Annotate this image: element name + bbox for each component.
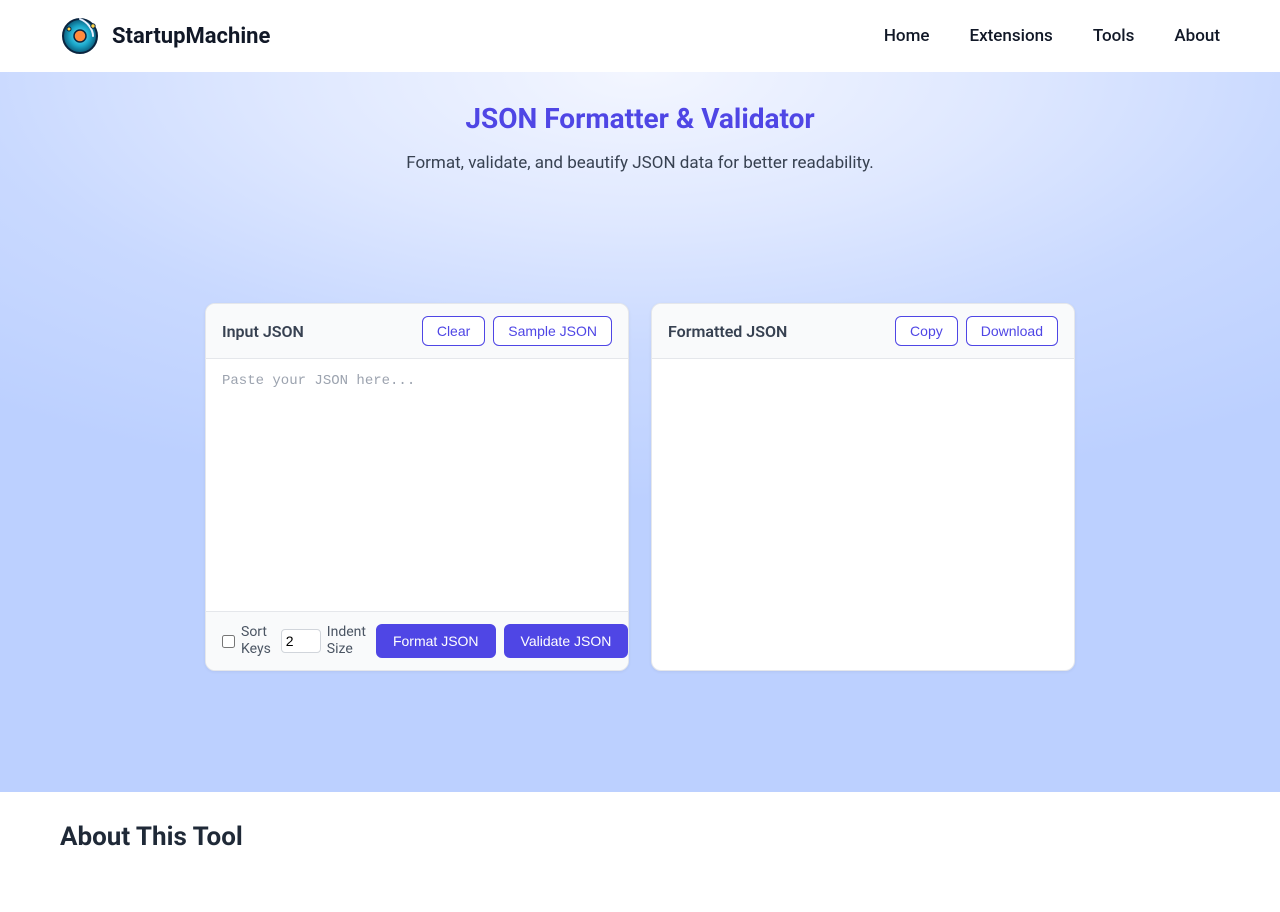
copy-button[interactable]: Copy xyxy=(895,316,958,346)
input-panel-title: Input JSON xyxy=(222,322,304,341)
about-section: About This Tool xyxy=(0,792,1280,912)
top-nav: StartupMachine Home Extensions Tools Abo… xyxy=(0,0,1280,72)
nav-link-extensions[interactable]: Extensions xyxy=(969,26,1052,46)
sample-json-button[interactable]: Sample JSON xyxy=(493,316,612,346)
input-panel: Input JSON Clear Sample JSON Sort Keys I… xyxy=(205,303,629,671)
brand-logo-icon xyxy=(60,16,100,56)
output-panel-header: Formatted JSON Copy Download xyxy=(652,304,1074,359)
sort-keys-checkbox[interactable] xyxy=(222,635,235,648)
nav-link-tools[interactable]: Tools xyxy=(1093,26,1135,46)
brand-name: StartupMachine xyxy=(112,24,270,49)
nav-link-about[interactable]: About xyxy=(1174,26,1220,46)
json-input[interactable] xyxy=(206,359,628,607)
sort-keys-label: Sort Keys xyxy=(241,624,271,658)
format-json-button[interactable]: Format JSON xyxy=(376,624,496,658)
page-title: JSON Formatter & Validator xyxy=(60,102,1220,135)
input-panel-footer: Sort Keys Indent Size Format JSON Valida… xyxy=(206,611,628,670)
clear-button[interactable]: Clear xyxy=(422,316,485,346)
input-panel-header: Input JSON Clear Sample JSON xyxy=(206,304,628,359)
validate-json-button[interactable]: Validate JSON xyxy=(504,624,629,658)
indent-size-input[interactable] xyxy=(281,629,321,653)
download-button[interactable]: Download xyxy=(966,316,1058,346)
nav-links: Home Extensions Tools About xyxy=(884,26,1220,46)
page-subtitle: Format, validate, and beautify JSON data… xyxy=(60,153,1220,173)
nav-link-home[interactable]: Home xyxy=(884,26,930,46)
output-panel-title: Formatted JSON xyxy=(668,322,787,341)
output-panel: Formatted JSON Copy Download xyxy=(651,303,1075,671)
brand[interactable]: StartupMachine xyxy=(60,16,270,56)
about-heading: About This Tool xyxy=(60,822,1220,852)
hero-section: JSON Formatter & Validator Format, valid… xyxy=(0,72,1280,792)
indent-size-label: Indent Size xyxy=(327,624,366,658)
json-output[interactable] xyxy=(652,359,1074,655)
tool-container: Input JSON Clear Sample JSON Sort Keys I… xyxy=(205,303,1075,671)
